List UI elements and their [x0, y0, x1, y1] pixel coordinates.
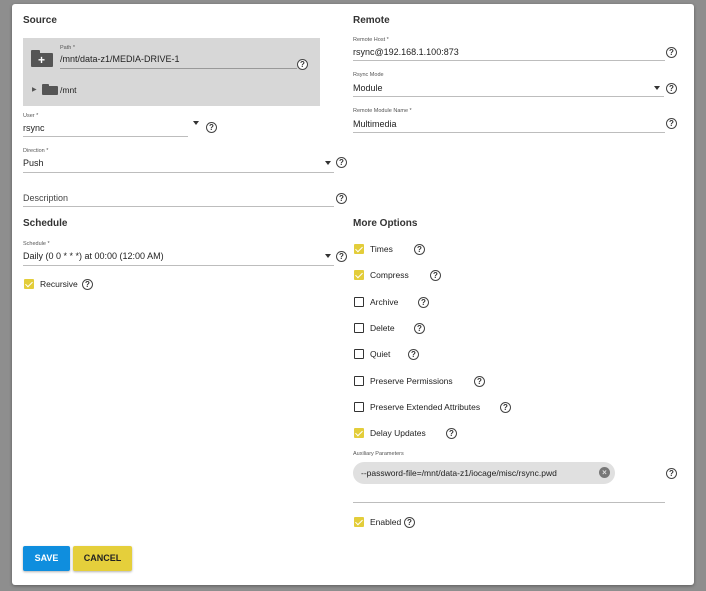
add-folder-icon[interactable]: + — [31, 50, 53, 67]
user-help-icon[interactable]: ? — [206, 122, 217, 133]
tree-item-mnt[interactable]: /mnt — [60, 85, 77, 95]
auxiliary-parameters-underline — [353, 502, 665, 503]
rsync-mode-dropdown-caret-icon[interactable] — [654, 86, 660, 90]
chip-remove-icon[interactable]: × — [599, 467, 610, 478]
folder-icon — [42, 84, 58, 95]
rsync-mode-underline — [353, 96, 664, 97]
times-label: Times — [370, 244, 393, 254]
path-input[interactable]: /mnt/data-z1/MEDIA-DRIVE-1 — [60, 54, 180, 64]
quiet-checkbox[interactable] — [354, 349, 364, 359]
user-select[interactable]: rsync — [23, 123, 45, 133]
recursive-checkbox[interactable] — [24, 279, 34, 289]
save-button[interactable]: SAVE — [23, 546, 70, 571]
description-help-icon[interactable]: ? — [336, 193, 347, 204]
rsync-mode-label: Rsync Mode — [353, 72, 384, 78]
schedule-help-icon[interactable]: ? — [336, 251, 347, 262]
quiet-label: Quiet — [370, 349, 391, 359]
archive-label: Archive — [370, 297, 399, 307]
archive-help-icon[interactable]: ? — [418, 297, 429, 308]
remote-module-underline — [353, 132, 665, 133]
rsync-mode-help-icon[interactable]: ? — [666, 83, 677, 94]
preserve-permissions-label: Preserve Permissions — [370, 376, 453, 386]
recursive-label: Recursive — [40, 279, 78, 289]
remote-module-help-icon[interactable]: ? — [666, 118, 677, 129]
delay-updates-help-icon[interactable]: ? — [446, 428, 457, 439]
schedule-dropdown-caret-icon[interactable] — [325, 254, 331, 258]
direction-help-icon[interactable]: ? — [336, 157, 347, 168]
preserve-permissions-help-icon[interactable]: ? — [474, 376, 485, 387]
enabled-help-icon[interactable]: ? — [404, 517, 415, 528]
remote-module-input[interactable]: Multimedia — [353, 119, 397, 129]
rsync-mode-select[interactable]: Module — [353, 83, 383, 93]
more-options-section-title: More Options — [353, 218, 418, 229]
schedule-select[interactable]: Daily (0 0 * * *) at 00:00 (12:00 AM) — [23, 251, 164, 261]
description-input[interactable]: Description — [23, 193, 68, 203]
source-section-title: Source — [23, 15, 57, 26]
schedule-underline — [23, 265, 334, 266]
enabled-label: Enabled — [370, 517, 402, 527]
auxiliary-parameters-label: Auxiliary Parameters — [353, 451, 404, 457]
user-label: User * — [23, 113, 39, 119]
delay-updates-label: Delay Updates — [370, 428, 426, 438]
preserve-extended-attributes-help-icon[interactable]: ? — [500, 402, 511, 413]
remote-module-label: Remote Module Name * — [353, 108, 412, 114]
delay-updates-checkbox[interactable] — [354, 428, 364, 438]
tree-expand-icon[interactable]: ▶ — [32, 86, 37, 93]
schedule-section-title: Schedule — [23, 218, 68, 229]
recursive-help-icon[interactable]: ? — [82, 279, 93, 290]
path-explorer: + Path * /mnt/data-z1/MEDIA-DRIVE-1 ? ▶ … — [23, 38, 320, 106]
user-underline — [23, 136, 188, 137]
delete-help-icon[interactable]: ? — [414, 323, 425, 334]
remote-host-input[interactable]: rsync@192.168.1.100:873 — [353, 47, 459, 57]
direction-select[interactable]: Push — [23, 158, 44, 168]
preserve-permissions-checkbox[interactable] — [354, 376, 364, 386]
compress-label: Compress — [370, 270, 409, 280]
direction-label: Direction * — [23, 148, 49, 154]
preserve-extended-attributes-label: Preserve Extended Attributes — [370, 402, 481, 412]
enabled-checkbox[interactable] — [354, 517, 364, 527]
times-help-icon[interactable]: ? — [414, 244, 425, 255]
delete-label: Delete — [370, 323, 395, 333]
remote-section-title: Remote — [353, 15, 390, 26]
path-help-icon[interactable]: ? — [297, 59, 308, 70]
user-dropdown-caret-icon[interactable] — [193, 121, 199, 125]
description-underline — [23, 206, 334, 207]
auxiliary-parameters-help-icon[interactable]: ? — [666, 468, 677, 479]
path-label: Path * — [60, 45, 75, 51]
delete-checkbox[interactable] — [354, 323, 364, 333]
path-underline — [60, 68, 297, 69]
schedule-label: Schedule * — [23, 241, 50, 247]
cancel-button[interactable]: CANCEL — [73, 546, 132, 571]
remote-host-help-icon[interactable]: ? — [666, 47, 677, 58]
preserve-extended-attributes-checkbox[interactable] — [354, 402, 364, 412]
auxiliary-parameter-chip[interactable]: --password-file=/mnt/data-z1/iocage/misc… — [353, 462, 615, 484]
remote-host-label: Remote Host * — [353, 37, 389, 43]
quiet-help-icon[interactable]: ? — [408, 349, 419, 360]
compress-help-icon[interactable]: ? — [430, 270, 441, 281]
direction-underline — [23, 172, 334, 173]
rsync-task-form: Source + Path * /mnt/data-z1/MEDIA-DRIVE… — [12, 4, 694, 585]
times-checkbox[interactable] — [354, 244, 364, 254]
archive-checkbox[interactable] — [354, 297, 364, 307]
compress-checkbox[interactable] — [354, 270, 364, 280]
remote-host-underline — [353, 60, 665, 61]
direction-dropdown-caret-icon[interactable] — [325, 161, 331, 165]
auxiliary-parameter-chip-text: --password-file=/mnt/data-z1/iocage/misc… — [361, 468, 557, 478]
